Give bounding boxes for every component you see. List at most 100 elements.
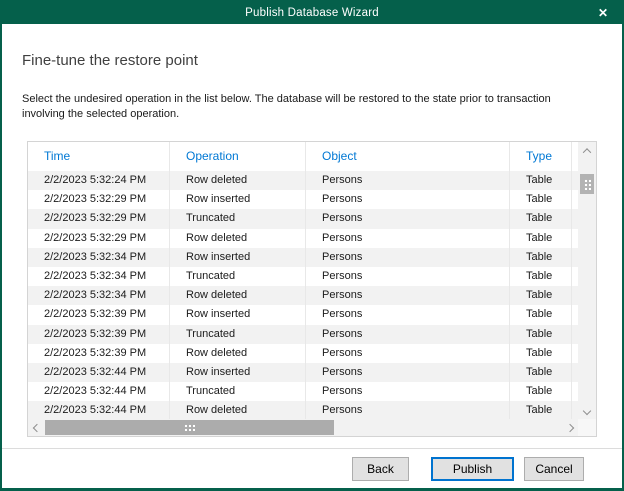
table-cell-operation: Row inserted [170,248,306,267]
table-row[interactable]: 2/2/2023 5:32:34 PM Row inserted Persons… [28,248,578,267]
table-cell-object: Persons [306,305,510,324]
scrollbar-corner [578,419,596,436]
title-bar[interactable]: Publish Database Wizard ✕ [2,2,622,24]
horizontal-scrollbar-thumb[interactable] [45,420,334,435]
table-cell-time: 2/2/2023 5:32:39 PM [28,305,170,324]
table-cell-object: Persons [306,248,510,267]
page-description-line1: Select the undesired operation in the li… [22,92,606,107]
table-row[interactable]: 2/2/2023 5:32:29 PM Row deleted Persons … [28,229,578,248]
close-icon: ✕ [598,6,608,20]
column-header-operation[interactable]: Operation [170,142,306,171]
publish-button[interactable]: Publish [431,457,514,481]
table-cell-type: Table [510,344,572,363]
table-cell-type: Table [510,325,572,344]
table-cell-type: Table [510,305,572,324]
table-cell-time: 2/2/2023 5:32:39 PM [28,344,170,363]
table-cell-operation: Row inserted [170,363,306,382]
table-cell-type: Table [510,267,572,286]
table-cell-time: 2/2/2023 5:32:34 PM [28,248,170,267]
table-cell-object: Persons [306,401,510,419]
table-body: 2/2/2023 5:32:24 PM Row deleted Persons … [28,171,578,419]
table-cell-time: 2/2/2023 5:32:39 PM [28,325,170,344]
table-cell-operation: Truncated [170,209,306,228]
table-cell-object: Persons [306,363,510,382]
table-row[interactable]: 2/2/2023 5:32:39 PM Row deleted Persons … [28,344,578,363]
publish-database-wizard-window: Publish Database Wizard ✕ Fine-tune the … [0,0,624,491]
table-row[interactable]: 2/2/2023 5:32:39 PM Truncated Persons Ta… [28,325,578,344]
table-cell-time: 2/2/2023 5:32:34 PM [28,286,170,305]
operations-table: Time Operation Object Type 2/2/2023 5:32… [27,141,597,437]
chevron-left-icon [32,423,40,431]
table-cell-operation: Row deleted [170,401,306,419]
back-button[interactable]: Back [352,457,409,481]
scroll-right-button[interactable] [561,419,578,436]
table-cell-type: Table [510,171,572,190]
scroll-up-button[interactable] [578,142,596,159]
table-cell-object: Persons [306,344,510,363]
table-cell-operation: Truncated [170,325,306,344]
table-row[interactable]: 2/2/2023 5:32:29 PM Row inserted Persons… [28,190,578,209]
table-row[interactable]: 2/2/2023 5:32:24 PM Row deleted Persons … [28,171,578,190]
table-cell-type: Table [510,209,572,228]
table-row[interactable]: 2/2/2023 5:32:29 PM Truncated Persons Ta… [28,209,578,228]
table-cell-object: Persons [306,171,510,190]
chevron-up-icon [583,148,591,156]
window-title: Publish Database Wizard [245,7,379,19]
table-cell-type: Table [510,286,572,305]
table-cell-operation: Row inserted [170,305,306,324]
column-header-object[interactable]: Object [306,142,510,171]
close-button[interactable]: ✕ [590,2,616,24]
table-row[interactable]: 2/2/2023 5:32:44 PM Row inserted Persons… [28,363,578,382]
horizontal-scrollbar[interactable] [28,419,578,436]
cancel-button[interactable]: Cancel [524,457,584,481]
grip-dots-icon [584,179,591,190]
table-cell-object: Persons [306,382,510,401]
table-cell-time: 2/2/2023 5:32:44 PM [28,363,170,382]
page-description-line2: involving the selected operation. [22,107,606,122]
table-cell-object: Persons [306,286,510,305]
page-title: Fine-tune the restore point [22,52,198,69]
table-cell-object: Persons [306,325,510,344]
table-cell-time: 2/2/2023 5:32:29 PM [28,229,170,248]
table-cell-type: Table [510,248,572,267]
page-description: Select the undesired operation in the li… [22,92,606,122]
table-cell-operation: Truncated [170,382,306,401]
table-row[interactable]: 2/2/2023 5:32:34 PM Truncated Persons Ta… [28,267,578,286]
table-cell-operation: Truncated [170,267,306,286]
footer-divider [2,448,622,449]
table-cell-operation: Row deleted [170,286,306,305]
table-cell-operation: Row inserted [170,190,306,209]
column-header-type[interactable]: Type [510,142,572,171]
table-cell-time: 2/2/2023 5:32:34 PM [28,267,170,286]
table-row[interactable]: 2/2/2023 5:32:39 PM Row inserted Persons… [28,305,578,324]
table-cell-type: Table [510,401,572,419]
table-cell-object: Persons [306,229,510,248]
table-cell-type: Table [510,190,572,209]
scroll-left-button[interactable] [28,419,45,436]
chevron-right-icon [565,423,573,431]
table-cell-time: 2/2/2023 5:32:44 PM [28,401,170,419]
table-cell-time: 2/2/2023 5:32:24 PM [28,171,170,190]
table-cell-object: Persons [306,267,510,286]
chevron-down-icon [583,406,591,414]
column-header-time[interactable]: Time [28,142,170,171]
table-row[interactable]: 2/2/2023 5:32:44 PM Row deleted Persons … [28,401,578,419]
scroll-down-button[interactable] [578,402,596,419]
table-header: Time Operation Object Type [28,142,578,171]
table-cell-operation: Row deleted [170,229,306,248]
table-cell-object: Persons [306,190,510,209]
table-cell-type: Table [510,363,572,382]
table-row[interactable]: 2/2/2023 5:32:44 PM Truncated Persons Ta… [28,382,578,401]
table-cell-time: 2/2/2023 5:32:29 PM [28,190,170,209]
vertical-scrollbar[interactable] [578,142,596,419]
table-cell-operation: Row deleted [170,171,306,190]
table-cell-object: Persons [306,209,510,228]
grip-dots-icon [184,424,195,431]
vertical-scrollbar-thumb[interactable] [580,174,594,194]
table-cell-time: 2/2/2023 5:32:44 PM [28,382,170,401]
table-cell-operation: Row deleted [170,344,306,363]
table-cell-type: Table [510,382,572,401]
table-viewport: Time Operation Object Type 2/2/2023 5:32… [28,142,578,419]
table-cell-time: 2/2/2023 5:32:29 PM [28,209,170,228]
table-row[interactable]: 2/2/2023 5:32:34 PM Row deleted Persons … [28,286,578,305]
